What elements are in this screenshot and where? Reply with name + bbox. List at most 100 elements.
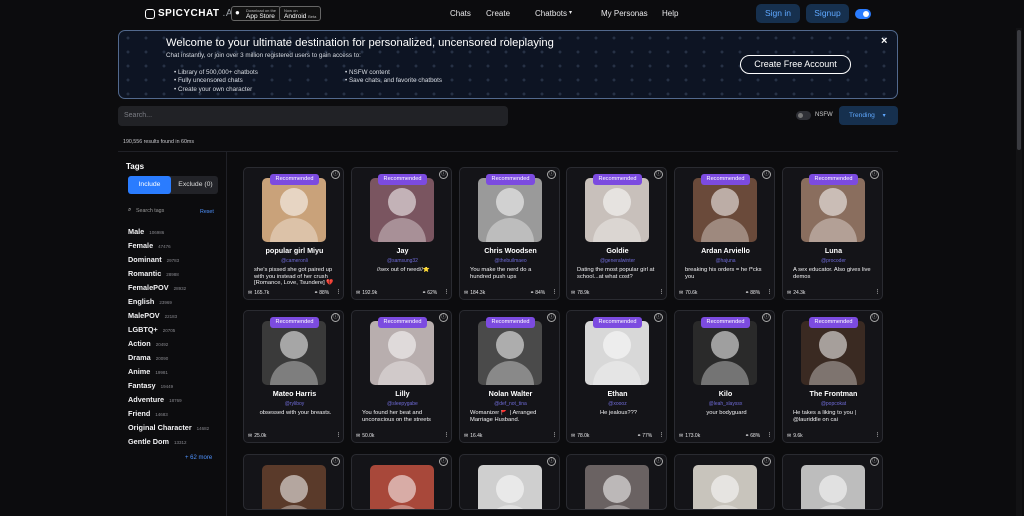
character-card[interactable]: Recommended ⓘ Mateo Harris @ryliboy obsessed… — [243, 310, 344, 443]
info-icon[interactable]: ⓘ — [547, 457, 556, 466]
tag-item[interactable]: Gentle Dom 13312 — [128, 437, 209, 451]
character-avatar[interactable] — [693, 321, 757, 385]
character-avatar[interactable] — [801, 178, 865, 242]
character-card[interactable]: Recommended ⓘ Ardan Arviello @hajuna breakin… — [674, 167, 775, 300]
character-avatar[interactable] — [801, 465, 865, 509]
creator-handle[interactable]: @procoder — [783, 258, 882, 264]
close-icon[interactable]: × — [881, 35, 887, 47]
tag-item[interactable]: Female 47476 — [128, 241, 209, 255]
nav-create[interactable]: Create — [486, 9, 510, 18]
app-store-badge[interactable]: ● Download on the App Store — [231, 6, 282, 21]
character-card[interactable]: ⓘ — [243, 454, 344, 510]
more-options-icon[interactable]: ⋮ — [336, 432, 341, 438]
character-avatar[interactable] — [585, 465, 649, 509]
tag-item[interactable]: Dominant 29783 — [128, 255, 209, 269]
more-options-icon[interactable]: ⋮ — [336, 289, 341, 295]
more-options-icon[interactable]: ⋮ — [552, 289, 557, 295]
character-card[interactable]: Recommended ⓘ Lilly @sleepygabe You found he… — [351, 310, 452, 443]
more-options-icon[interactable]: ⋮ — [875, 289, 880, 295]
character-avatar[interactable] — [370, 178, 434, 242]
character-card[interactable]: Recommended ⓘ The Frontman @popcokat He take… — [782, 310, 883, 443]
character-avatar[interactable] — [801, 321, 865, 385]
tag-item[interactable]: Adventure 18769 — [128, 395, 209, 409]
more-tags-link[interactable]: + 62 more — [185, 455, 212, 461]
creator-handle[interactable]: @ryliboy — [244, 401, 343, 407]
character-card[interactable]: Recommended ⓘ Jay @samsung32 //sex out of ne… — [351, 167, 452, 300]
more-options-icon[interactable]: ⋮ — [444, 432, 449, 438]
creator-handle[interactable]: @popcokat — [783, 401, 882, 407]
creator-handle[interactable]: @thebuilmaeo — [460, 258, 559, 264]
tag-item[interactable]: Male 106986 — [128, 227, 209, 241]
nav-my-personas[interactable]: My Personas — [601, 9, 648, 18]
include-tab[interactable]: Include — [128, 176, 171, 194]
tag-item[interactable]: English 23969 — [128, 297, 209, 311]
info-icon[interactable]: ⓘ — [870, 170, 879, 179]
character-card[interactable]: ⓘ — [674, 454, 775, 510]
tag-item[interactable]: Romantic 28988 — [128, 269, 209, 283]
tag-item[interactable]: MalePOV 22183 — [128, 311, 209, 325]
info-icon[interactable]: ⓘ — [547, 313, 556, 322]
info-icon[interactable]: ⓘ — [762, 457, 771, 466]
tag-item[interactable]: Fantasy 19449 — [128, 381, 209, 395]
tag-item[interactable]: Action 20492 — [128, 339, 209, 353]
character-avatar[interactable] — [262, 321, 326, 385]
sort-dropdown[interactable]: Trending ▾ — [839, 106, 898, 125]
character-card[interactable]: Recommended ⓘ Nolan Walter @def_not_tina Wom… — [459, 310, 560, 443]
character-card[interactable]: Recommended ⓘ Goldie @generalwinter Dating t… — [566, 167, 667, 300]
tag-item[interactable]: Original Character 14682 — [128, 423, 209, 437]
tag-item[interactable]: LGBTQ+ 20705 — [128, 325, 209, 339]
tag-item[interactable]: Friend 14683 — [128, 409, 209, 423]
character-avatar[interactable] — [693, 465, 757, 509]
character-card[interactable]: ⓘ — [566, 454, 667, 510]
tag-item[interactable]: FemalePOV 28932 — [128, 283, 209, 297]
character-avatar[interactable] — [478, 321, 542, 385]
info-icon[interactable]: ⓘ — [870, 457, 879, 466]
more-options-icon[interactable]: ⋮ — [444, 289, 449, 295]
create-free-account-button[interactable]: Create Free Account — [740, 55, 851, 74]
more-options-icon[interactable]: ⋮ — [875, 432, 880, 438]
character-card[interactable]: Recommended ⓘ Luna @procoder A sex educator.… — [782, 167, 883, 300]
android-badge[interactable]: Now on Android Beta — [279, 6, 322, 21]
logo[interactable]: SPICYCHAT .AI — [145, 8, 236, 19]
character-card[interactable]: ⓘ — [459, 454, 560, 510]
character-card[interactable]: ⓘ — [351, 454, 452, 510]
nav-help[interactable]: Help — [662, 9, 678, 18]
sign-in-button[interactable]: Sign in — [756, 4, 800, 23]
info-icon[interactable]: ⓘ — [331, 313, 340, 322]
character-card[interactable]: Recommended ⓘ Ethan @xoooz He jealous??? ✉ 78.… — [566, 310, 667, 443]
character-card[interactable]: Recommended ⓘ Chris Woodsen @thebuilmaeo You… — [459, 167, 560, 300]
creator-handle[interactable]: @generalwinter — [567, 258, 666, 264]
more-options-icon[interactable]: ⋮ — [659, 432, 664, 438]
info-icon[interactable]: ⓘ — [439, 170, 448, 179]
creator-handle[interactable]: @sleepygabe — [352, 401, 451, 407]
tag-item[interactable]: Anime 19981 — [128, 367, 209, 381]
info-icon[interactable]: ⓘ — [654, 457, 663, 466]
search-input[interactable]: Search... — [118, 106, 508, 126]
exclude-tab[interactable]: Exclude (0) — [173, 176, 218, 194]
creator-handle[interactable]: @xoooz — [567, 401, 666, 407]
info-icon[interactable]: ⓘ — [439, 313, 448, 322]
character-avatar[interactable] — [585, 321, 649, 385]
character-card[interactable]: Recommended ⓘ Kilo @leah_slayssx your bodygu… — [674, 310, 775, 443]
character-card[interactable]: Recommended ⓘ popular girl Miyu @cameronli s… — [243, 167, 344, 300]
character-card[interactable]: ⓘ — [782, 454, 883, 510]
nav-chatbots[interactable]: Chatbots — [535, 9, 567, 18]
chevron-down-icon[interactable]: ▾ — [569, 9, 572, 16]
info-icon[interactable]: ⓘ — [331, 457, 340, 466]
reset-button[interactable]: Reset — [200, 209, 214, 215]
character-avatar[interactable] — [693, 178, 757, 242]
info-icon[interactable]: ⓘ — [654, 313, 663, 322]
character-avatar[interactable] — [478, 465, 542, 509]
scrollbar[interactable] — [1016, 28, 1022, 516]
tag-item[interactable]: Drama 20090 — [128, 353, 209, 367]
more-options-icon[interactable]: ⋮ — [767, 432, 772, 438]
info-icon[interactable]: ⓘ — [547, 170, 556, 179]
character-avatar[interactable] — [585, 178, 649, 242]
more-options-icon[interactable]: ⋮ — [552, 432, 557, 438]
creator-handle[interactable]: @samsung32 — [352, 258, 451, 264]
tag-search-input[interactable]: ⌕ Search tags — [128, 207, 208, 214]
creator-handle[interactable]: @leah_slayssx — [675, 401, 774, 407]
creator-handle[interactable]: @cameronli — [244, 258, 343, 264]
info-icon[interactable]: ⓘ — [439, 457, 448, 466]
character-avatar[interactable] — [370, 465, 434, 509]
